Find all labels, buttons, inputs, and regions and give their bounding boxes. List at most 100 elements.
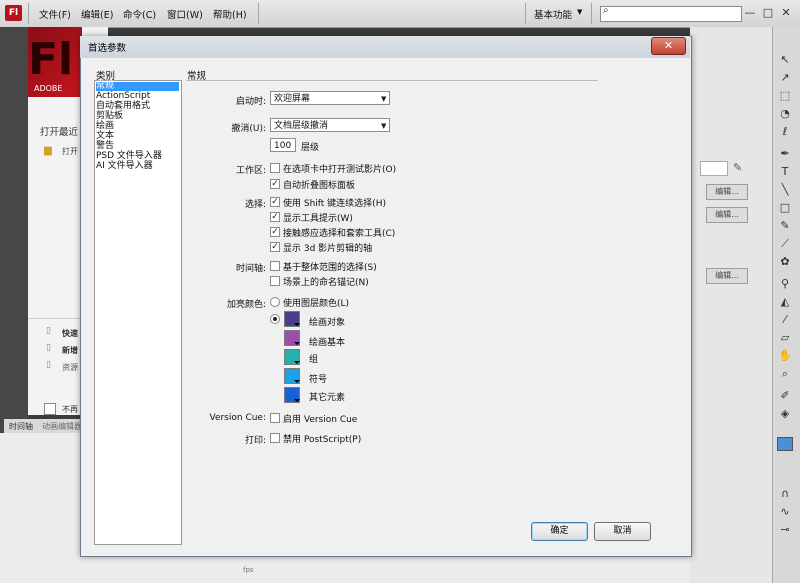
pen-icon[interactable]: ✒ bbox=[777, 146, 793, 162]
workspace-label: 工作区: bbox=[235, 166, 266, 176]
open-link[interactable]: 打开 bbox=[62, 146, 78, 157]
quick-link[interactable]: 快速 bbox=[62, 328, 78, 339]
menu-help[interactable]: 帮助(H) bbox=[213, 7, 247, 21]
selection-tool-icon[interactable]: ↖ bbox=[777, 52, 793, 68]
shift-select-checkbox[interactable]: ✓ bbox=[270, 197, 280, 207]
use-layer-color-radio[interactable] bbox=[270, 297, 280, 307]
custom-color-radio[interactable] bbox=[270, 314, 280, 324]
edit-button[interactable]: 编辑... bbox=[706, 184, 748, 200]
disable-postscript-checkbox[interactable] bbox=[270, 433, 280, 443]
dont-show-checkbox[interactable] bbox=[44, 403, 56, 415]
named-anchor-label: 场景上的命名锚记(N) bbox=[283, 278, 369, 288]
brush-tool-icon[interactable]: ⟋ bbox=[777, 236, 793, 252]
drawing-primitive-label: 绘画基本 bbox=[309, 338, 346, 348]
swatch-dropdown-icon bbox=[294, 399, 300, 402]
new-link[interactable]: 新增 bbox=[62, 345, 78, 356]
startup-label: 启动时: bbox=[235, 97, 266, 107]
cancel-button[interactable]: 取消 bbox=[594, 522, 651, 541]
resources-link[interactable]: 资源 bbox=[62, 362, 78, 373]
group-label: 组 bbox=[309, 355, 319, 365]
menu-divider bbox=[28, 3, 29, 24]
show-tooltips-checkbox[interactable]: ✓ bbox=[270, 212, 280, 222]
swatch-dropdown-icon bbox=[294, 323, 300, 326]
line-tool-icon[interactable]: ╲ bbox=[777, 182, 793, 198]
category-item-warnings[interactable]: 警告 bbox=[96, 142, 114, 151]
tab-motion-editor[interactable]: 动画编辑器 bbox=[42, 421, 82, 432]
auto-collapse-checkbox[interactable]: ✓ bbox=[270, 179, 280, 189]
swatch-dropdown-icon bbox=[294, 342, 300, 345]
menu-commands[interactable]: 命令(C) bbox=[123, 7, 156, 21]
rectangle-tool-icon[interactable]: □ bbox=[777, 200, 793, 216]
ok-button[interactable]: 确定 bbox=[531, 522, 588, 541]
eraser-icon[interactable]: ▱ bbox=[777, 330, 793, 346]
doc-icon: ▯ bbox=[46, 360, 51, 370]
fill-color-icon[interactable]: ◈ bbox=[777, 406, 793, 422]
menu-window[interactable]: 窗口(W) bbox=[167, 7, 203, 21]
swatch-dropdown-icon bbox=[294, 380, 300, 383]
undo-select[interactable]: 文档层级撤消 bbox=[270, 118, 390, 132]
dialog-close-button[interactable]: ✕ bbox=[651, 37, 686, 55]
category-item-psd-importer[interactable]: PSD 文件导入器 bbox=[96, 152, 162, 161]
named-anchor-checkbox[interactable] bbox=[270, 276, 280, 286]
free-transform-icon[interactable]: ⬚ bbox=[777, 88, 793, 104]
contact-sensitive-checkbox[interactable]: ✓ bbox=[270, 227, 280, 237]
minimize-button[interactable]: — bbox=[742, 5, 758, 20]
search-input[interactable] bbox=[600, 6, 742, 22]
menu-file[interactable]: 文件(F) bbox=[39, 7, 71, 21]
contact-sensitive-label: 接触感应选择和套索工具(C) bbox=[283, 229, 396, 239]
3d-rotation-icon[interactable]: ◔ bbox=[777, 106, 793, 122]
chevron-down-icon[interactable]: ▼ bbox=[577, 8, 582, 16]
pencil-icon[interactable]: ✎ bbox=[733, 161, 742, 174]
bone-tool-icon[interactable]: ⚲ bbox=[777, 276, 793, 292]
category-item-drawing[interactable]: 绘画 bbox=[96, 122, 114, 131]
divider bbox=[28, 318, 80, 319]
edit-button[interactable]: 编辑... bbox=[706, 268, 748, 284]
straighten-icon[interactable]: ⊸ bbox=[777, 522, 793, 538]
open-test-movie-checkbox[interactable] bbox=[270, 163, 280, 173]
text-tool-icon[interactable]: T bbox=[777, 164, 793, 180]
deco-tool-icon[interactable]: ✿ bbox=[777, 254, 793, 270]
category-item-actionscript[interactable]: ActionScript bbox=[96, 92, 150, 101]
category-item-ai-importer[interactable]: AI 文件导入器 bbox=[96, 162, 153, 171]
span-selection-checkbox[interactable] bbox=[270, 261, 280, 271]
folder-icon: ▆ bbox=[44, 145, 52, 156]
version-cue-label: Version Cue: bbox=[209, 413, 266, 423]
menu-edit[interactable]: 编辑(E) bbox=[81, 7, 113, 21]
stroke-color-icon[interactable]: ✐ bbox=[777, 388, 793, 404]
workspace-switcher[interactable]: 基本功能 bbox=[534, 7, 572, 21]
dialog-titlebar bbox=[80, 36, 690, 58]
doc-icon: ▯ bbox=[46, 326, 51, 336]
zoom-tool-icon[interactable]: ⌕ bbox=[777, 366, 793, 382]
tab-timeline[interactable]: 时间轴 bbox=[9, 421, 33, 432]
category-item-clipboard[interactable]: 剪贴板 bbox=[96, 112, 123, 121]
levels-label: 层级 bbox=[301, 143, 320, 153]
show-3d-axis-checkbox[interactable]: ✓ bbox=[270, 242, 280, 252]
color-field[interactable] bbox=[700, 161, 728, 176]
show-3d-axis-label: 显示 3d 影片剪辑的轴 bbox=[283, 244, 373, 254]
menu-divider bbox=[591, 3, 592, 24]
paint-bucket-icon[interactable]: ◭ bbox=[777, 294, 793, 310]
chevron-down-icon[interactable]: ▼ bbox=[381, 122, 386, 130]
adobe-label: ADOBE bbox=[34, 84, 63, 93]
pencil-tool-icon[interactable]: ✎ bbox=[777, 218, 793, 234]
lasso-icon[interactable]: ℓ bbox=[777, 124, 793, 140]
edit-button[interactable]: 编辑... bbox=[706, 207, 748, 223]
chevron-down-icon[interactable]: ▼ bbox=[381, 95, 386, 103]
undo-levels-input[interactable]: 100 bbox=[270, 138, 296, 152]
category-item-autoformat[interactable]: 自动套用格式 bbox=[96, 102, 150, 111]
startup-select[interactable]: 欢迎屏幕 bbox=[270, 91, 390, 105]
show-tooltips-label: 显示工具提示(W) bbox=[283, 214, 353, 224]
eyedropper-icon[interactable]: ⁄ bbox=[777, 312, 793, 328]
fps-label: fps bbox=[243, 566, 254, 574]
maximize-button[interactable]: □ bbox=[760, 5, 776, 20]
version-cue-checkbox[interactable] bbox=[270, 413, 280, 423]
category-item-general[interactable]: 常规 bbox=[96, 82, 179, 91]
subselection-tool-icon[interactable]: ↗ bbox=[777, 70, 793, 86]
snap-magnet-icon[interactable]: ∩ bbox=[777, 486, 793, 502]
hand-tool-icon[interactable]: ✋ bbox=[777, 348, 793, 364]
category-item-text[interactable]: 文本 bbox=[96, 132, 114, 141]
other-elements-label: 其它元素 bbox=[309, 393, 346, 403]
smooth-icon[interactable]: ∿ bbox=[777, 504, 793, 520]
close-window-button[interactable]: ✕ bbox=[778, 5, 794, 20]
fill-swatch[interactable] bbox=[777, 437, 793, 451]
